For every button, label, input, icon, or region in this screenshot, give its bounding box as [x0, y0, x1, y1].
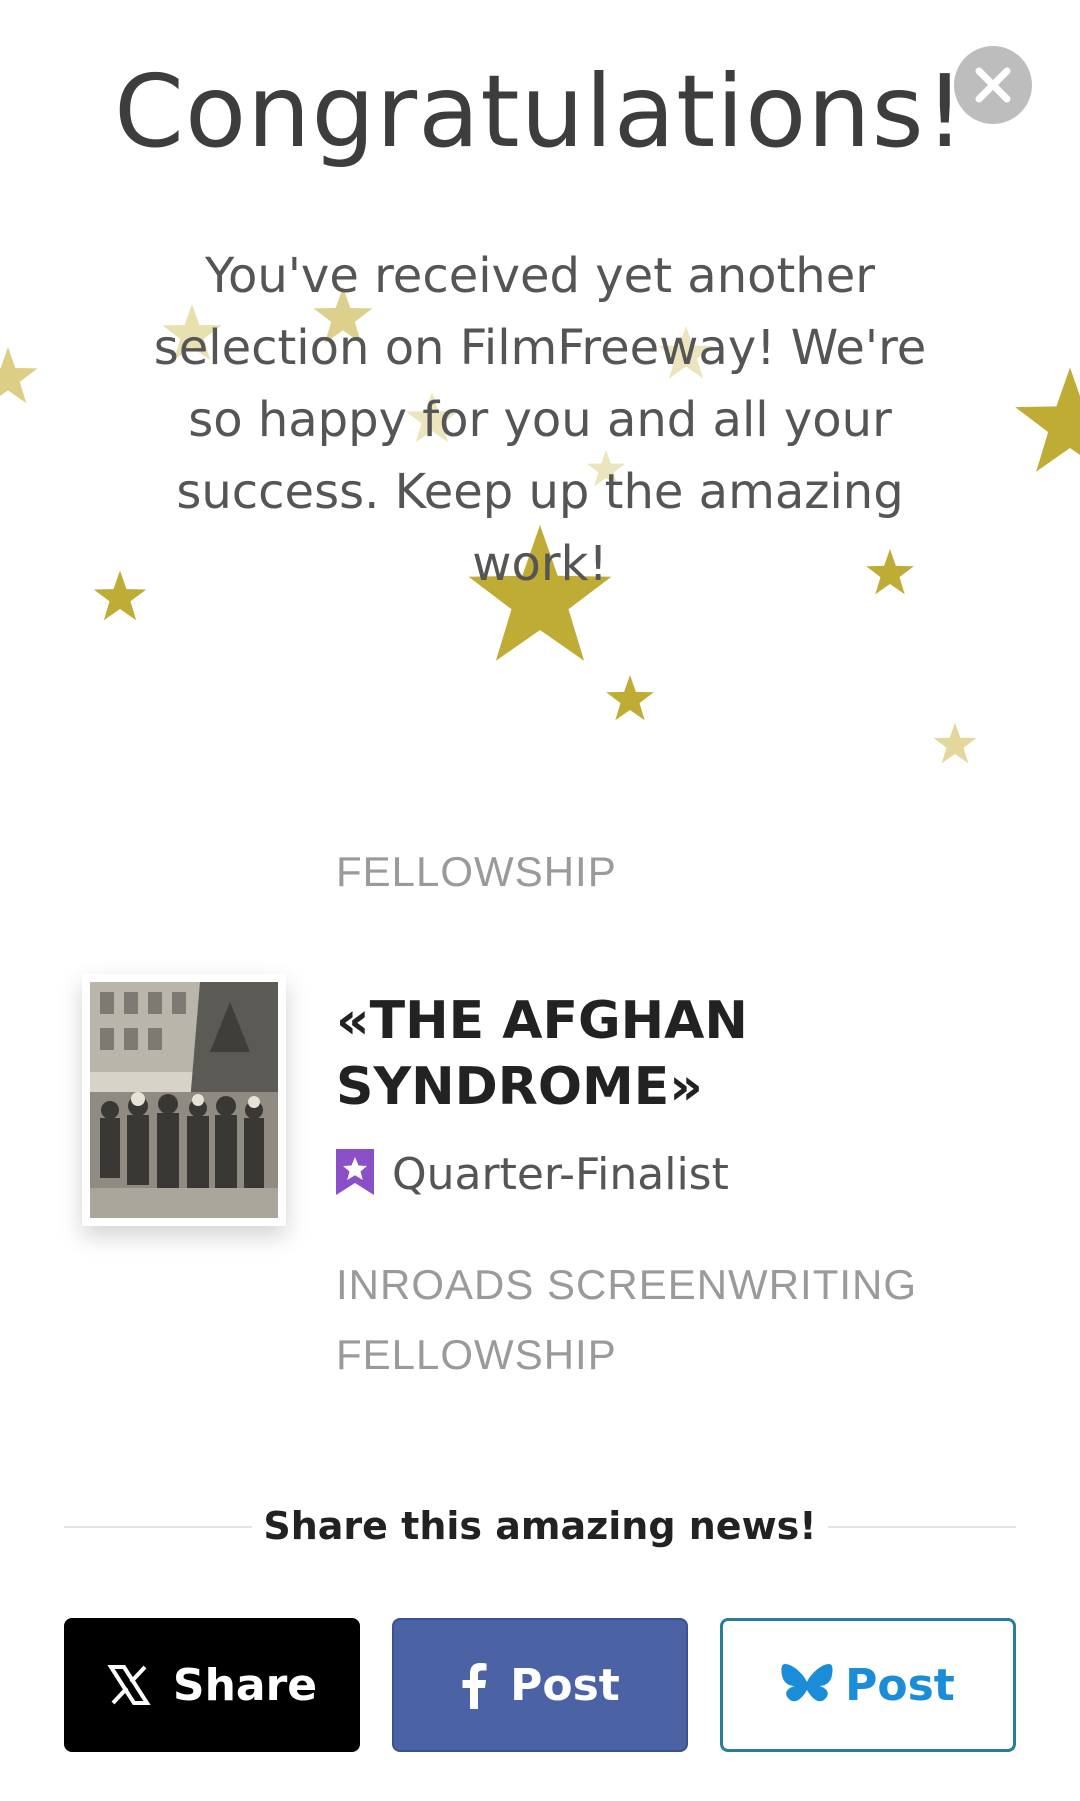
star-icon — [606, 675, 654, 721]
festival-name[interactable]: INROADS SCREENWRITING FELLOWSHIP — [336, 1250, 1036, 1390]
share-on-facebook-button[interactable]: Post — [392, 1618, 688, 1752]
congratulations-message: You've received yet another selection on… — [153, 248, 927, 592]
page-title: Congratulations! — [114, 53, 966, 170]
project-thumbnail[interactable] — [82, 974, 286, 1226]
award-label: Quarter-Finalist — [392, 1149, 729, 1200]
star-icon — [933, 722, 977, 764]
share-on-x-button[interactable]: Share — [64, 1618, 360, 1752]
close-button[interactable] — [954, 46, 1032, 124]
facebook-icon — [460, 1661, 488, 1709]
bluesky-icon — [781, 1662, 833, 1708]
close-icon — [975, 67, 1011, 103]
project-title[interactable]: «THE AFGHAN SYNDROME» — [336, 988, 1036, 1120]
share-on-x-label: Share — [172, 1659, 318, 1711]
project-photo — [90, 982, 278, 1218]
star-icon — [93, 570, 147, 621]
divider — [828, 1526, 1016, 1528]
congratulations-modal: Congratulations! You've received yet ano… — [0, 0, 1080, 1801]
selection-category: FELLOWSHIP — [336, 848, 617, 895]
star-icon — [0, 347, 38, 404]
share-on-bluesky-button[interactable]: Post — [720, 1618, 1016, 1752]
share-on-bluesky-label: Post — [845, 1659, 955, 1711]
x-logo-icon — [107, 1663, 151, 1707]
bookmark-star-icon — [336, 1149, 374, 1195]
share-section-header: Share this amazing news! — [64, 1496, 1016, 1556]
star-icon — [1015, 367, 1080, 472]
share-on-facebook-label: Post — [510, 1659, 620, 1711]
